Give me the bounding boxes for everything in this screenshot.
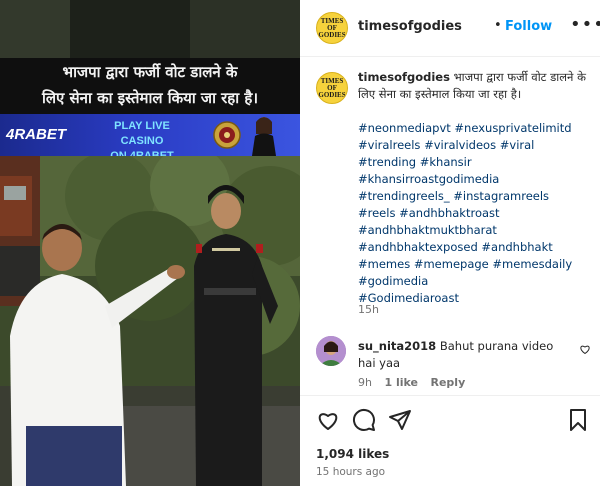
- comment-icon[interactable]: [352, 408, 376, 432]
- post-header: TIMES OF GODIES timesofgodies • Follow •…: [300, 0, 600, 57]
- hashtag[interactable]: #reels: [358, 206, 395, 220]
- comment-username[interactable]: su_nita2018: [358, 339, 436, 353]
- reply-button[interactable]: Reply: [431, 376, 466, 389]
- caption-timestamp: 15h: [358, 303, 379, 316]
- post-details: TIMES OF GODIES timesofgodies • Follow •…: [300, 0, 600, 486]
- hashtag[interactable]: #andhbhaktmuktbharat: [358, 223, 497, 237]
- post-modal: भाजपा द्वारा फर्जी वोट डालने के लिए सेना…: [0, 0, 600, 486]
- hashtag[interactable]: #memepage: [414, 257, 489, 271]
- video-scene: [0, 156, 300, 486]
- ad-brand: 4RABET: [6, 126, 67, 143]
- comment-time: 9h: [358, 376, 372, 389]
- avatar-label: TIMES OF GODIES: [318, 16, 346, 39]
- hashtag[interactable]: #neonmediapvt: [358, 121, 451, 135]
- hashtag[interactable]: #khansirroastgodimedia: [358, 172, 499, 186]
- likes-count[interactable]: 1,094 likes: [316, 447, 389, 461]
- roulette-icon: [213, 121, 241, 149]
- hashtag[interactable]: #viralvideos: [424, 138, 496, 152]
- share-icon[interactable]: [388, 408, 412, 432]
- hashtag[interactable]: #memesdaily: [492, 257, 572, 271]
- commenter-photo: [316, 336, 346, 366]
- commenter-avatar[interactable]: [316, 336, 346, 366]
- hashtag[interactable]: #trendingreels_: [358, 189, 450, 203]
- comment-like-count[interactable]: 1 like: [384, 376, 418, 389]
- comment-heart-icon[interactable]: [579, 343, 591, 355]
- ad-banner[interactable]: 4RABET PLAY LIVE CASINO ON 4RABET: [0, 114, 300, 162]
- hashtag[interactable]: #godimedia: [358, 274, 428, 288]
- comment-text: su_nita2018 Bahut purana video hai yaa: [358, 338, 563, 372]
- follow-button[interactable]: Follow: [505, 19, 552, 34]
- post-media[interactable]: भाजपा द्वारा फर्जी वोट डालने के लिए सेना…: [0, 0, 300, 486]
- header-separator: •: [494, 18, 502, 33]
- hashtag[interactable]: #viralreels: [358, 138, 420, 152]
- ad-model-image: [252, 117, 276, 156]
- hashtag[interactable]: #memes: [358, 257, 410, 271]
- hashtag[interactable]: #andhbhakt: [481, 240, 552, 254]
- hashtag[interactable]: #khansir: [420, 155, 472, 169]
- hashtag[interactable]: #trending: [358, 155, 416, 169]
- hashtag[interactable]: #nexusprivatelimitd: [454, 121, 571, 135]
- heart-icon[interactable]: [316, 408, 340, 432]
- caption-text: timesofgodies भाजपा द्वारा फर्जी वोट डाल…: [358, 69, 590, 103]
- post-age: 15 hours ago: [316, 466, 386, 478]
- ad-promo-line-1: PLAY LIVE CASINO: [114, 120, 170, 147]
- hashtag[interactable]: #instagramreels: [453, 189, 549, 203]
- video-caption-line-2: लिए सेना का इस्तेमाल किया जा रहा है।: [41, 89, 259, 107]
- video-caption-line-1: भाजपा द्वारा फर्जी वोट डालने के: [62, 63, 238, 81]
- action-bar: 1,094 likes 15 hours ago: [300, 395, 600, 487]
- header-username[interactable]: timesofgodies: [358, 19, 462, 34]
- caption-avatar-label: TIMES OF GODIES: [318, 76, 346, 99]
- hashtag[interactable]: #andhbhaktroast: [399, 206, 499, 220]
- comment-meta: 9h 1 like Reply: [358, 376, 474, 389]
- caption-username[interactable]: timesofgodies: [358, 70, 450, 84]
- avatar[interactable]: TIMES OF GODIES: [316, 12, 348, 44]
- hashtag[interactable]: #andhbhaktexposed: [358, 240, 478, 254]
- hashtag[interactable]: #viral: [500, 138, 535, 152]
- hashtag-list: #neonmediapvt #nexusprivatelimitd #viral…: [358, 120, 594, 307]
- more-options-icon[interactable]: •••: [570, 14, 600, 35]
- video-top-strip: [0, 0, 300, 58]
- bookmark-icon[interactable]: [566, 408, 590, 432]
- caption-avatar[interactable]: TIMES OF GODIES: [316, 72, 348, 104]
